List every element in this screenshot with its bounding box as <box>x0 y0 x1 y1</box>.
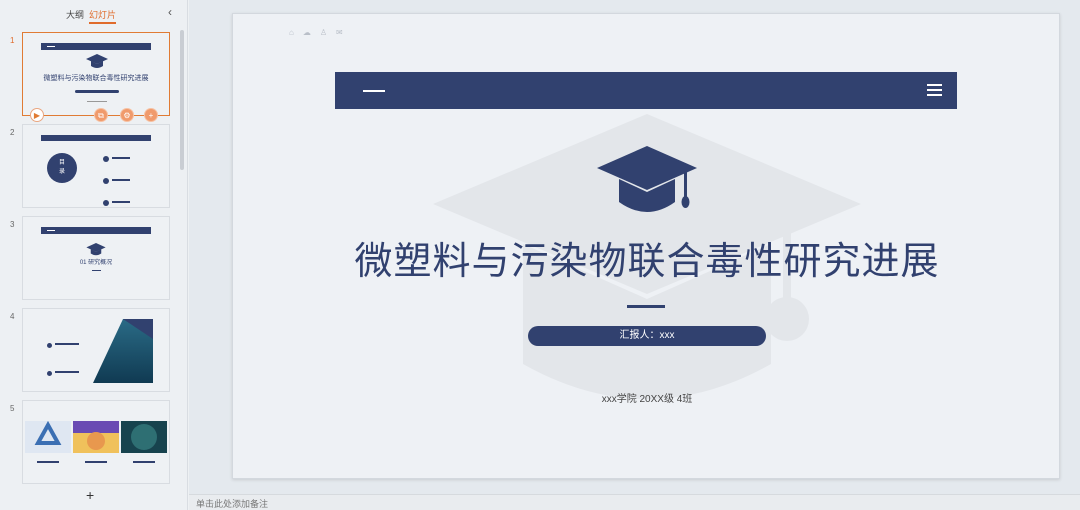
tab-outline[interactable]: 大纲 <box>66 8 84 21</box>
recycle-image <box>25 420 71 453</box>
user-icon[interactable]: ♙ <box>320 28 336 37</box>
illustration-image <box>73 421 119 453</box>
thumb-toc-list <box>103 149 130 207</box>
thumb-reporter-pill <box>75 90 119 93</box>
slide-editor: ⌂☁♙✉ 微塑料与污染物联合毒性研究进展 汇报人：xxx xxx学院 20XX级… <box>189 0 1080 494</box>
thumb-title: 微塑料与污染物联合毒性研究进展 <box>43 75 149 82</box>
thumb-bullet-list <box>47 335 79 391</box>
thumb-toc-badge: 目 录 <box>47 153 77 183</box>
thumb-number: 5 <box>10 404 15 413</box>
thumbnail-slide-3[interactable]: 01 研究概况 <box>22 216 170 300</box>
graduation-cap-icon <box>597 146 697 212</box>
graduation-cap-icon <box>86 54 108 68</box>
cloud-icon[interactable]: ☁ <box>303 28 320 37</box>
add-icon[interactable]: + <box>144 108 158 122</box>
copy-icon[interactable]: ⧉ <box>94 108 108 122</box>
thumbnail-slide-1[interactable]: 微塑料与污染物联合毒性研究进展 <box>22 32 170 116</box>
reporter-pill[interactable]: 汇报人：xxx <box>528 326 766 346</box>
mail-icon[interactable]: ✉ <box>336 28 352 37</box>
thumbnail-slide-2[interactable]: 目 录 <box>22 124 170 208</box>
slides-panel: 大纲 幻灯片 ‹ 1 微塑料与污染物联合毒性研究进展 ▶ ⧉ ⚙ + 2 目 录… <box>0 0 188 510</box>
title-underline <box>627 305 665 308</box>
thumbnail-scrollbar[interactable] <box>180 30 184 170</box>
chevron-left-icon[interactable]: ‹ <box>168 5 172 19</box>
thumb-header-bar <box>41 43 151 50</box>
thumb-subtitle-line <box>87 101 107 102</box>
thumb-number: 3 <box>10 220 15 229</box>
home-icon[interactable]: ⌂ <box>289 28 303 37</box>
thumbnail-slide-5[interactable] <box>22 400 170 484</box>
notes-bar[interactable]: 单击此处添加备注 <box>189 494 1080 510</box>
header-line <box>363 90 385 92</box>
thumb-number: 2 <box>10 128 15 137</box>
settings-icon[interactable]: ⚙ <box>120 108 134 122</box>
thumb-number: 1 <box>10 36 15 45</box>
tab-slides[interactable]: 幻灯片 <box>89 8 117 24</box>
thumb-title: 01 研究概况 <box>79 260 113 266</box>
slide-canvas[interactable]: ⌂☁♙✉ 微塑料与污染物联合毒性研究进展 汇报人：xxx xxx学院 20XX级… <box>232 13 1060 479</box>
add-slide-button[interactable]: + <box>86 487 94 503</box>
hamburger-menu-icon <box>927 84 942 96</box>
thumb-dash <box>92 270 101 271</box>
thumb-badge-line2: 录 <box>58 169 65 175</box>
slide-subtitle[interactable]: xxx学院 20XX级 4班 <box>233 390 1059 405</box>
slide-toolbar-icons: ⌂☁♙✉ <box>289 28 352 37</box>
thumb-header-bar <box>41 227 151 234</box>
slide-title[interactable]: 微塑料与污染物联合毒性研究进展 <box>233 230 1059 285</box>
notes-placeholder: 单击此处添加备注 <box>196 499 269 509</box>
slide-header-bar <box>335 72 957 109</box>
thumb-header-bar <box>41 135 151 141</box>
thumb-number: 4 <box>10 312 15 321</box>
underwater-image <box>121 421 167 453</box>
ocean-image <box>93 319 153 383</box>
thumb-badge-line1: 目 <box>58 160 65 166</box>
thumbnail-slide-4[interactable] <box>22 308 170 392</box>
thumbnail-list[interactable]: 1 微塑料与污染物联合毒性研究进展 ▶ ⧉ ⚙ + 2 目 录 3 01 研究概… <box>0 26 178 484</box>
play-icon[interactable]: ▶ <box>30 108 44 122</box>
panel-tabs: 大纲 幻灯片 ‹ <box>0 0 188 26</box>
graduation-cap-icon <box>86 243 106 256</box>
